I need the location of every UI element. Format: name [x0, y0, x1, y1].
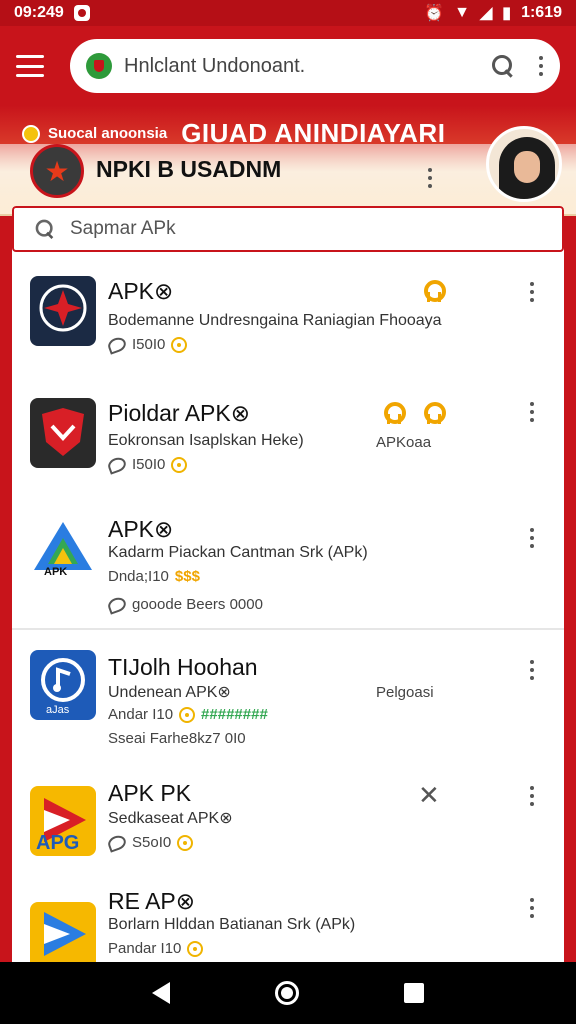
- app-name: TIJolh Hoohan: [108, 654, 258, 680]
- search-input[interactable]: Sapmar APk: [12, 206, 564, 252]
- home-icon[interactable]: [274, 981, 299, 1005]
- coin-icon: [171, 336, 188, 353]
- app-meta: I50I0: [106, 454, 188, 475]
- back-icon[interactable]: [152, 982, 171, 1004]
- app-name: APK⊗: [108, 516, 174, 542]
- app-desc: Borlarn Hlddan Batianan Srk (APk): [108, 916, 356, 933]
- list-item[interactable]: aJas TIJolh Hoohan Undenean APK⊗ Andar I…: [12, 630, 564, 764]
- app-meta: Pandar I10: [108, 940, 204, 957]
- hamburger-menu-icon[interactable]: [16, 55, 44, 77]
- app-desc: Eokronsan Isaplskan Heke): [108, 432, 304, 449]
- item-overflow-icon[interactable]: [529, 660, 535, 680]
- coin-icon: [177, 834, 194, 851]
- wifi-icon: ▼: [454, 4, 470, 21]
- app-side-label: Pelgoasi: [376, 684, 434, 701]
- app-meta: Andar I10 ########: [108, 706, 268, 723]
- leaf-icon: [106, 334, 128, 355]
- rating-glyphs: $$$: [174, 568, 200, 585]
- list-item[interactable]: APG APK PK Sedkaseat APK⊗ S5oI0 ✕: [12, 764, 564, 884]
- app-extra-row: gooode Beers 0000: [106, 594, 263, 615]
- ribbon-icon: [422, 402, 446, 424]
- star-logo-icon: [30, 276, 96, 346]
- hero-overflow-icon[interactable]: [427, 168, 433, 188]
- notification-app-icon: [73, 5, 90, 21]
- status-clock: 1:619: [521, 4, 562, 21]
- coin-icon: [171, 456, 188, 473]
- app-extra: APKoaa: [376, 434, 432, 451]
- play-logo-icon: [30, 902, 96, 966]
- status-bar: 09:249 ⏰ ▼ ◢ ▮ 1:619: [0, 0, 576, 26]
- app-list-sheet: Sapmar APk APK⊗ Bodemanne Undresngaina R…: [12, 206, 564, 966]
- leaf-icon: [106, 832, 128, 853]
- item-overflow-icon[interactable]: [529, 528, 535, 548]
- status-time: 09:249: [14, 4, 64, 21]
- leaf-icon: [106, 454, 128, 475]
- search-icon[interactable]: [490, 53, 516, 79]
- app-name: Pioldar APK⊗: [108, 400, 251, 426]
- ribbon-icon: [422, 280, 446, 302]
- avatar[interactable]: [486, 126, 562, 202]
- close-icon[interactable]: ✕: [418, 780, 440, 811]
- item-overflow-icon[interactable]: [529, 282, 535, 302]
- hero-tagline: Suocal anoonsia GIUAD ANINDIAYARI: [22, 118, 445, 149]
- system-nav-bar: [0, 962, 576, 1024]
- app-desc: Sedkaseat APK⊗: [108, 810, 233, 827]
- shield-logo-icon: [86, 53, 112, 79]
- list-item[interactable]: APK APK⊗ Kadarm Piackan Cantman Srk (APk…: [12, 492, 564, 628]
- signal-icon: ◢: [479, 5, 493, 22]
- app-extra-row: Sseai Farhe8kz7 0I0: [108, 730, 246, 747]
- coin-icon: [187, 940, 204, 957]
- list-item[interactable]: RE AP⊗ Borlarn Hlddan Batianan Srk (APk)…: [12, 884, 564, 966]
- hero-subtitle: NPKI B USADNM: [96, 156, 282, 182]
- search-icon: [34, 218, 56, 240]
- emblem-icon: [30, 144, 84, 198]
- list-item[interactable]: APK⊗ Bodemanne Undresngaina Raniagian Fh…: [12, 252, 564, 372]
- app-desc: Undenean APK⊗: [108, 684, 231, 701]
- app-name: APK⊗: [108, 278, 174, 304]
- app-name: RE AP⊗: [108, 888, 196, 914]
- app-bar: Hnlclant Undonoant.: [0, 26, 576, 106]
- play-logo-icon: APG: [30, 786, 96, 856]
- app-name: APK PK: [108, 780, 192, 806]
- app-title: Hnlclant Undonoant.: [124, 54, 306, 77]
- item-overflow-icon[interactable]: [529, 402, 535, 422]
- app-meta: I50I0: [106, 334, 188, 355]
- shield-logo-icon: [30, 398, 96, 468]
- rating-glyphs: ########: [201, 706, 268, 723]
- hero-banner: Suocal anoonsia GIUAD ANINDIAYARI NPKI B…: [0, 106, 576, 216]
- recents-icon[interactable]: [403, 983, 424, 1003]
- battery-icon: ▮: [502, 5, 512, 22]
- item-overflow-icon[interactable]: [529, 898, 535, 918]
- list-item[interactable]: Pioldar APK⊗ Eokronsan Isaplskan Heke) I…: [12, 372, 564, 492]
- app-desc: Kadarm Piackan Cantman Srk (APk): [108, 544, 368, 561]
- item-overflow-icon[interactable]: [529, 786, 535, 806]
- app-meta: S5oI0: [106, 832, 194, 853]
- app-meta: Dnda;I10 $$$: [108, 568, 200, 585]
- music-logo-icon: aJas: [30, 650, 96, 720]
- app-desc: Bodemanne Undresngaina Raniagian Fhooaya: [108, 312, 442, 329]
- overflow-menu-icon[interactable]: [538, 56, 544, 76]
- tagline-small: Suocal anoonsia: [48, 125, 168, 142]
- alarm-icon: ⏰: [424, 5, 445, 22]
- triangle-logo-icon: APK: [30, 516, 96, 586]
- search-placeholder: Sapmar APk: [70, 218, 176, 239]
- leaf-icon: [106, 594, 128, 615]
- coin-icon: [22, 124, 40, 143]
- app-search-bar[interactable]: Hnlclant Undonoant.: [70, 39, 560, 93]
- coin-icon: [179, 706, 196, 723]
- tagline-big: GIUAD ANINDIAYARI: [181, 118, 446, 148]
- ribbon-icon: [382, 402, 406, 424]
